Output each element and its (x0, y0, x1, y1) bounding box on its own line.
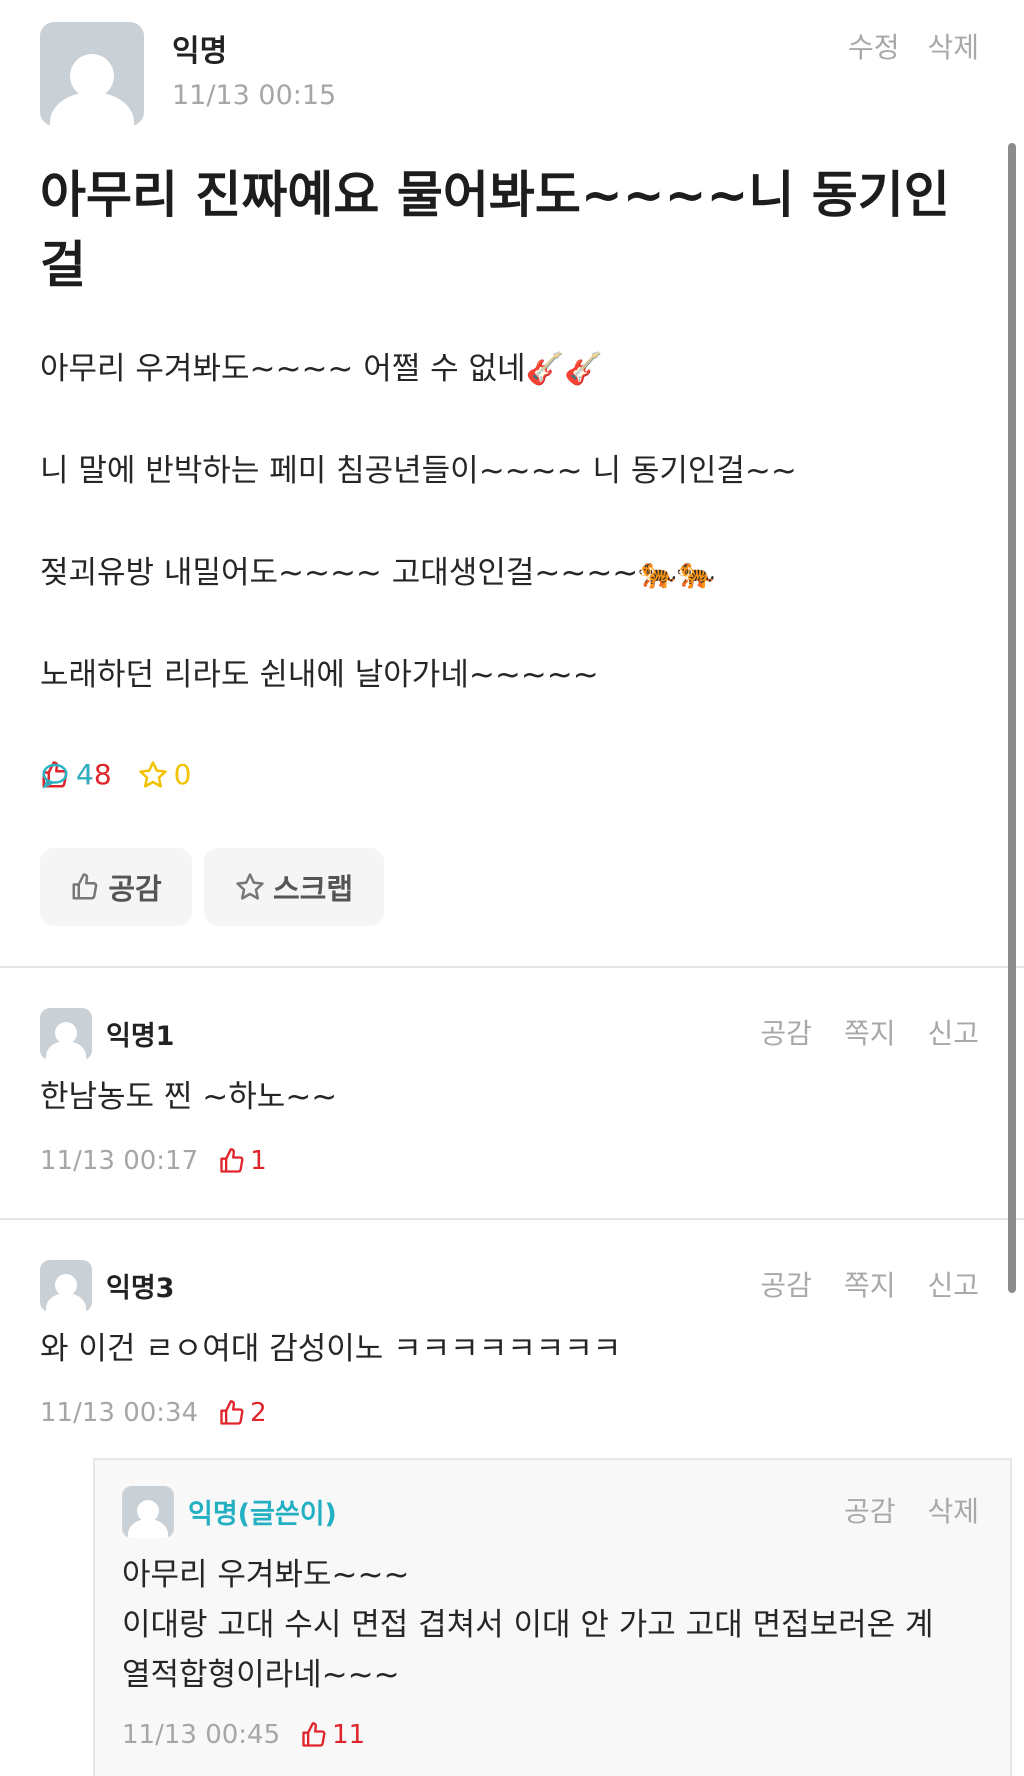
comment-time: 11/13 00:17 (40, 1146, 199, 1176)
comment-message-button[interactable]: 쪽지 (844, 1012, 896, 1052)
comment-count: 4 (40, 758, 1024, 791)
like-button[interactable]: 공감 (40, 848, 192, 926)
comment-text: 와 이건 ㄹㅇ여대 감성이노 ㅋㅋㅋㅋㅋㅋㅋㅋ (40, 1331, 622, 1367)
author-avatar-icon (40, 22, 144, 126)
comment-message-button[interactable]: 쪽지 (844, 1264, 896, 1304)
commenter-avatar-icon (40, 1260, 92, 1312)
comment-author: 익명1 (106, 1021, 175, 1052)
comment-time: 11/13 00:34 (40, 1398, 199, 1428)
comment-actions: 공감 쪽지 신고 (760, 1012, 979, 1052)
reply-time: 11/13 00:45 (122, 1720, 281, 1750)
post-header: 익명 11/13 00:15 수정 삭제 (0, 0, 1024, 140)
scrap-button[interactable]: 스크랩 (204, 848, 384, 926)
comment-likes: 1 (218, 1146, 267, 1176)
delete-button[interactable]: 삭제 (927, 26, 979, 66)
post-body-line: 노래하던 리라도 쉰내에 날아가네~~~~~ (40, 657, 599, 693)
reply-text: 아무리 우겨봐도~~~ 이대랑 고대 수시 면접 겹쳐서 이대 안 가고 고대 … (122, 1552, 1002, 1702)
comment-meta: 11/13 00:34 2 (40, 1398, 267, 1428)
scrap-button-label: 스크랩 (272, 872, 354, 906)
post-body-line: 젖괴유방 내밀어도~~~~ 고대생인걸~~~~🐅🐅 (40, 555, 716, 591)
comment-author: 익명3 (106, 1273, 175, 1304)
star-icon (236, 873, 264, 900)
thumbs-up-icon (72, 873, 98, 900)
divider (0, 1218, 1024, 1220)
comment-like-button[interactable]: 공감 (760, 1264, 812, 1304)
thumbs-up-icon (302, 1722, 326, 1747)
like-button-label: 공감 (108, 872, 162, 906)
post-body: 아무리 우겨봐도~~~~ 어쩔 수 없네🎸🎸 니 말에 반박하는 페미 침공년들… (40, 346, 980, 754)
comment-like-count: 1 (250, 1146, 267, 1176)
post-stats: 48 4 0 (40, 758, 217, 791)
reply-meta: 11/13 00:45 11 (122, 1720, 365, 1750)
thumbs-up-icon (220, 1148, 244, 1173)
comment-likes: 2 (218, 1398, 267, 1428)
post-title: 아무리 진짜예요 물어봐도~~~~니 동기인걸 (40, 166, 950, 294)
reply-delete-button[interactable]: 삭제 (927, 1490, 979, 1530)
reply-text-line: 이대랑 고대 수시 면접 겹쳐서 이대 안 가고 고대 면접보러온 계 (122, 1607, 934, 1643)
post-body-line: 아무리 우겨봐도~~~~ 어쩔 수 없네🎸🎸 (40, 351, 603, 387)
reply-author: 익명(글쓴이) (188, 1499, 337, 1530)
comment-actions: 공감 쪽지 신고 (760, 1264, 979, 1304)
comment-text: 한남농도 찐 ~하노~~ (40, 1079, 338, 1115)
post-actions: 수정 삭제 (848, 26, 979, 66)
post-timestamp: 11/13 00:15 (172, 80, 337, 111)
reply-likes: 11 (300, 1720, 365, 1750)
comment-like-button[interactable]: 공감 (760, 1012, 812, 1052)
comment-report-button[interactable]: 신고 (927, 1264, 979, 1304)
thumbs-up-icon (220, 1400, 244, 1425)
reply-like-count: 11 (332, 1720, 366, 1750)
post-body-line: 니 말에 반박하는 페미 침공년들이~~~~ 니 동기인걸~~ (40, 453, 797, 489)
commenter-avatar-icon (122, 1486, 174, 1538)
scrollbar[interactable] (1008, 143, 1016, 1293)
divider (0, 966, 1024, 968)
comment-like-count: 2 (250, 1398, 267, 1428)
reply-comment: 익명(글쓴이) 공감 삭제 아무리 우겨봐도~~~ 이대랑 고대 수시 면접 겹… (93, 1458, 1012, 1776)
comment-meta: 11/13 00:17 1 (40, 1146, 267, 1176)
reply-text-line: 열적합형이라네~~~ (122, 1657, 400, 1693)
post-buttons: 공감 스크랩 (40, 848, 384, 926)
speech-bubble-icon (42, 763, 68, 789)
comment-report-button[interactable]: 신고 (927, 1012, 979, 1052)
commenter-avatar-icon (40, 1008, 92, 1060)
comment-count-value: 4 (76, 758, 94, 791)
reply-actions: 공감 삭제 (844, 1490, 979, 1530)
post-author-name: 익명 (172, 34, 228, 69)
edit-button[interactable]: 수정 (848, 26, 900, 66)
reply-like-button[interactable]: 공감 (844, 1490, 896, 1530)
reply-text-line: 아무리 우겨봐도~~~ (122, 1557, 410, 1593)
